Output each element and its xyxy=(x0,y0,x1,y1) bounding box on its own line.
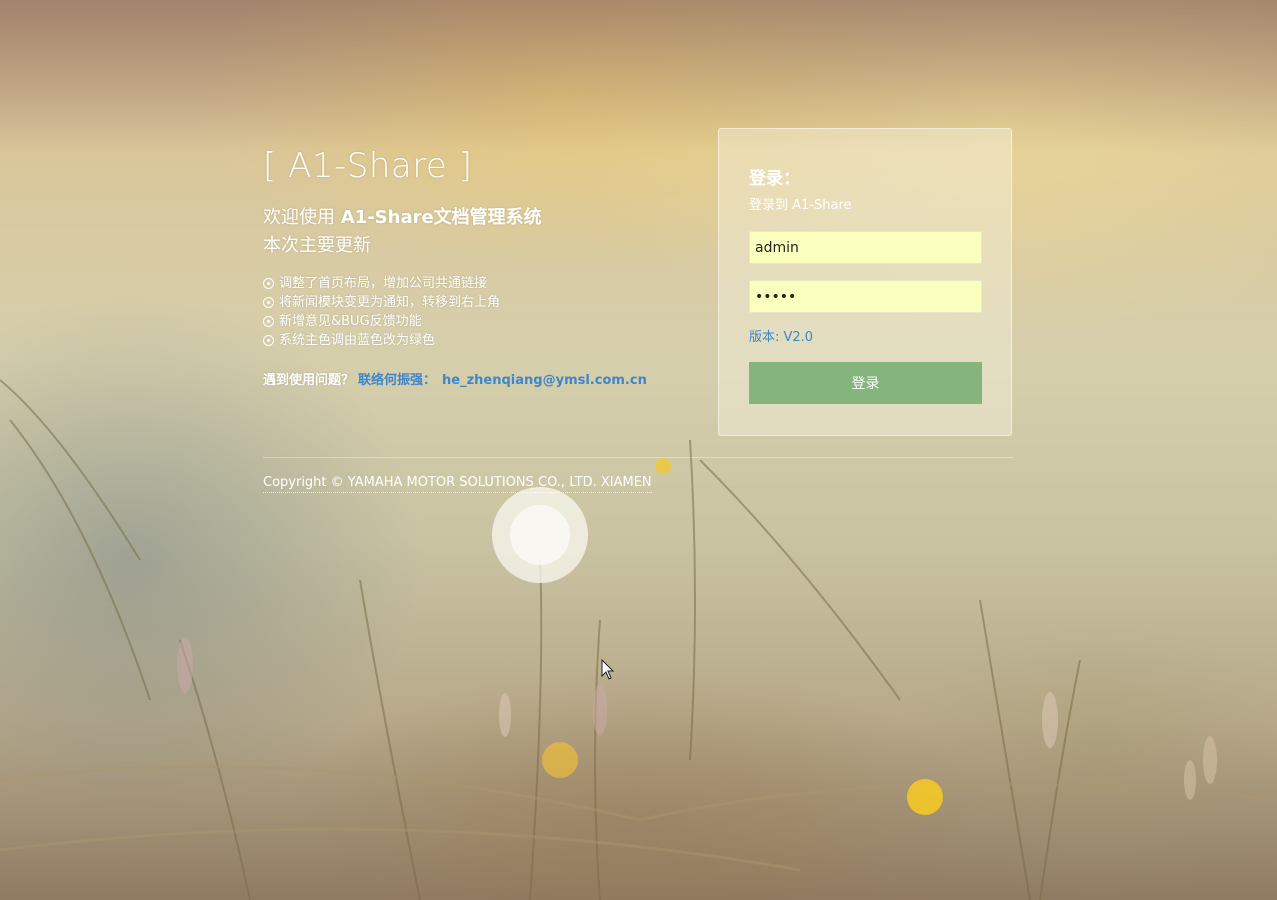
update-item: 调整了首页布局，增加公司共通链接 xyxy=(263,274,703,293)
copyright-text: Copyright © YAMAHA MOTOR SOLUTIONS CO., … xyxy=(263,474,652,493)
login-subtitle: 登录到 A1-Share xyxy=(749,198,852,213)
circle-dot-icon xyxy=(263,278,274,289)
update-item: 新增意见&BUG反馈功能 xyxy=(263,312,703,331)
update-text: 将新闻模块变更为通知，转移到右上角 xyxy=(279,295,501,310)
login-panel: 登录： 登录到 A1-Share 版本: V2.0 登录 xyxy=(718,128,1012,436)
background-photo xyxy=(0,0,1277,900)
version-text: 版本: V2.0 xyxy=(749,330,814,345)
welcome-prefix: 欢迎使用 xyxy=(263,207,341,228)
update-list: 调整了首页布局，增加公司共通链接 将新闻模块变更为通知，转移到右上角 新增意见&… xyxy=(263,274,703,350)
circle-dot-icon xyxy=(263,297,274,308)
mouse-cursor-icon xyxy=(601,659,615,680)
login-button[interactable]: 登录 xyxy=(749,362,982,404)
brand-title: [ A1-Share ] xyxy=(263,146,473,186)
contact-link[interactable]: 联络何振强： xyxy=(358,373,436,388)
help-label: 遇到使用问题？ xyxy=(263,373,355,388)
intro-panel: [ A1-Share ] 欢迎使用 A1-Share文档管理系统 本次主要更新 … xyxy=(263,140,703,391)
footer-divider xyxy=(263,457,1013,458)
password-input[interactable] xyxy=(749,280,982,313)
update-text: 新增意见&BUG反馈功能 xyxy=(279,314,422,329)
update-text: 调整了首页布局，增加公司共通链接 xyxy=(279,276,488,291)
update-item: 系统主色调由蓝色改为绿色 xyxy=(263,331,703,350)
update-item: 将新闻模块变更为通知，转移到右上角 xyxy=(263,293,703,312)
username-input[interactable] xyxy=(749,231,982,264)
email-link[interactable]: he_zhenqiang@ymsl.com.cn xyxy=(442,373,647,388)
system-name: A1-Share文档管理系统 xyxy=(340,207,542,228)
grass-illustration xyxy=(0,379,1277,900)
circle-dot-icon xyxy=(263,316,274,327)
update-title: 本次主要更新 xyxy=(263,235,371,256)
circle-dot-icon xyxy=(263,335,274,346)
help-line: 遇到使用问题？ 联络何振强： he_zhenqiang@ymsl.com.cn xyxy=(263,371,703,391)
login-title: 登录： xyxy=(749,169,800,189)
welcome-line: 欢迎使用 A1-Share文档管理系统 xyxy=(263,204,703,232)
update-text: 系统主色调由蓝色改为绿色 xyxy=(279,333,436,348)
